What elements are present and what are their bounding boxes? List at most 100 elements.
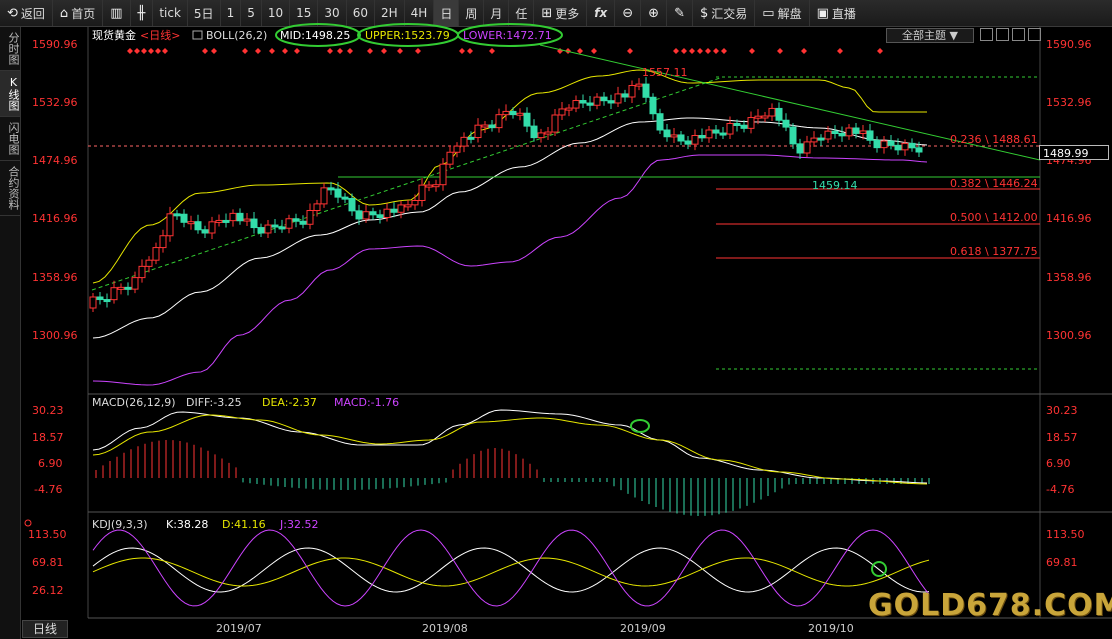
candle-body [173,213,181,217]
price-tick: 1416.96 [1046,212,1092,225]
kdj-j-line [92,529,930,607]
kdj-label: KDJ(9,3,3) [92,518,148,531]
signal-marker [269,48,275,54]
signal-marker [155,48,161,54]
candle-body [502,110,510,116]
signal-marker [627,48,633,54]
candle-body [656,113,664,131]
fib-0500-label: 0.500 \ 1412.00 [950,211,1038,224]
macd-tick: 30.23 [1046,404,1078,417]
kdj-tick: 113.50 [1046,528,1085,541]
candle-body [761,115,769,119]
candle-body [628,85,636,98]
candle-body [383,208,391,219]
boll-toggle-icon[interactable] [192,30,203,40]
signal-marker [255,48,261,54]
price-tick: 1590.96 [32,38,78,51]
signal-marker [141,48,147,54]
signal-marker [367,48,373,54]
candle-body [306,210,314,225]
signal-marker [282,48,288,54]
date-tick: 2019/07 [216,622,262,635]
candle-body [201,229,209,234]
window-toggle-1[interactable] [980,28,993,41]
candle-body [432,184,440,188]
kdj-j: J:32.52 [279,518,318,531]
price-tick: 1300.96 [1046,329,1092,342]
candle-body [180,213,188,223]
candle-body [544,131,552,135]
candle-body [327,187,335,191]
macd-axis: 30.23 18.57 6.90 -4.76 30.23 18.57 6.90 … [32,404,1078,496]
candle-body [404,204,412,208]
macd-dea: DEA:-2.37 [262,396,317,409]
candle-body [768,107,776,117]
kdj-k-line [92,547,930,593]
window-toggle-4[interactable] [1028,28,1041,41]
signal-marker [127,48,133,54]
low-label: 1459.14 [812,179,858,192]
candle-body [299,220,307,225]
price-tick: 1358.96 [1046,271,1092,284]
candle-body [110,287,118,301]
candle-body [733,123,741,126]
candle-body [817,137,825,141]
candle-body [117,286,125,290]
candle-body [586,102,594,106]
theme-select[interactable]: 全部主题 ▼ [886,28,974,43]
signal-markers [127,48,883,54]
boll-lower-value: LOWER:1472.71 [463,29,552,42]
candle-body [782,119,790,128]
candle-body [418,184,426,201]
candle-body [208,221,216,234]
kline-chart[interactable]: 现货黄金 <日线> BOLL(26,2) MID:1498.25 UPPER:1… [0,0,1112,639]
kdj-settings-icon[interactable] [24,519,32,527]
candle-body [390,208,398,213]
candle-body [467,136,475,140]
candle-body [642,83,650,98]
candle-body [551,114,559,133]
candle-body [439,163,447,186]
price-axis-right: 1590.96 1532.96 1474.96 1416.96 1358.96 … [1046,38,1092,342]
candle-body [474,124,482,139]
signal-marker [591,48,597,54]
candle-body [194,221,202,231]
uptrend-line [91,77,721,291]
candle-body [593,96,601,106]
candle-body [348,198,356,212]
candle-body [264,224,272,234]
watermark-logo: GOLD678.COM [868,588,1112,623]
kdj-tick: 113.50 [28,528,67,541]
kdj-k: K:38.28 [166,518,208,531]
candle-body [796,143,804,154]
candle-body [96,296,104,301]
price-tick: 1532.96 [1046,96,1092,109]
candle-body [341,196,349,200]
candle-body [866,130,874,141]
candle-body [397,204,405,213]
candle-body [453,145,461,153]
signal-marker [467,48,473,54]
candle-body [684,140,692,145]
candle-body [131,277,139,290]
kdj-tick: 69.81 [32,556,64,569]
window-toggle-3[interactable] [1012,28,1025,41]
signal-marker [415,48,421,54]
price-tick: 1532.96 [32,96,78,109]
window-toggle-2[interactable] [996,28,1009,41]
candle-body [138,265,146,279]
signal-marker [242,48,248,54]
candle-body [460,136,468,147]
tab-daily[interactable]: 日线 [22,620,68,638]
candle-body [775,107,783,121]
candle-body [901,142,909,151]
fib-0236-label: 0.236 \ 1488.61 [950,133,1038,146]
candle-body [747,117,755,129]
price-tick: 1358.96 [32,271,78,284]
signal-marker [801,48,807,54]
macd-tick: 6.90 [1046,457,1071,470]
candle-body [446,151,454,165]
signal-marker [148,48,154,54]
price-tick: 1590.96 [1046,38,1092,51]
candle-body [271,224,279,228]
